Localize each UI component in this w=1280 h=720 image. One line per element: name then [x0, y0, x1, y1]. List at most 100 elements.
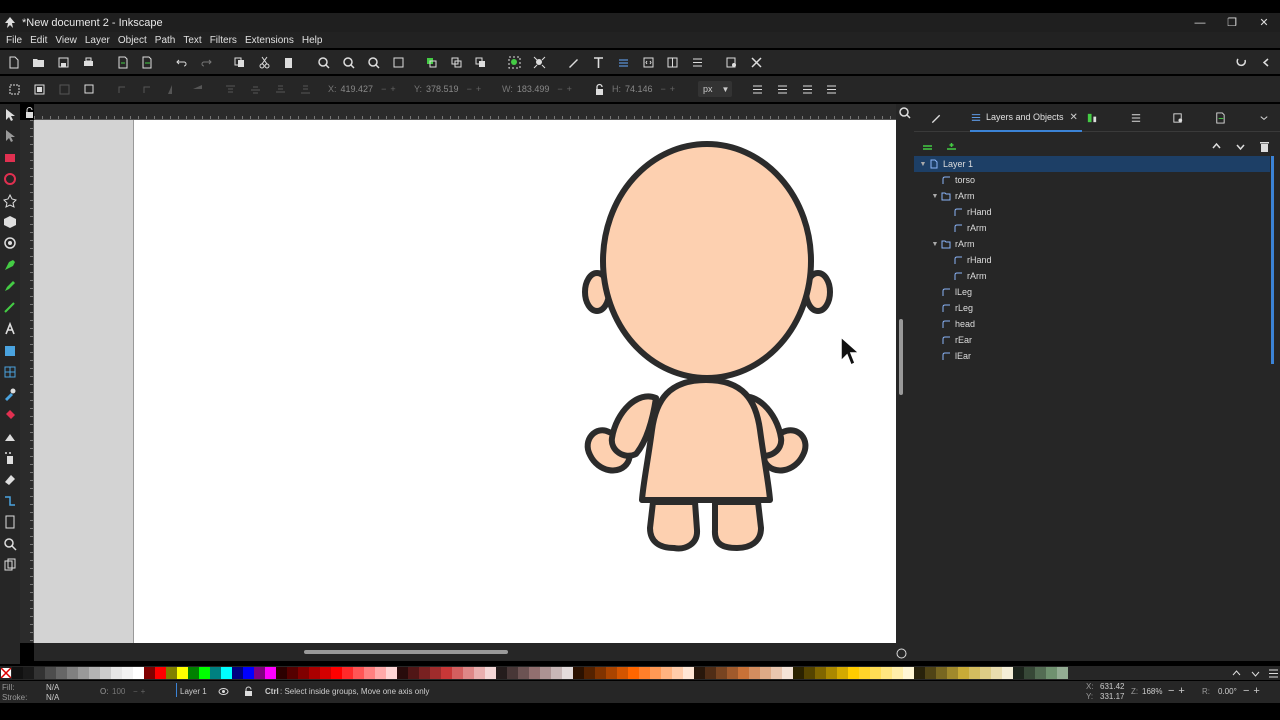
page[interactable] [133, 120, 896, 643]
menu-layer[interactable]: Layer [81, 35, 114, 46]
color-swatch[interactable] [463, 667, 474, 679]
color-swatch[interactable] [496, 667, 507, 679]
color-swatch[interactable] [111, 667, 122, 679]
color-swatch[interactable] [45, 667, 56, 679]
add-sublayer-icon[interactable] [944, 139, 958, 153]
fill-value[interactable]: N/A [46, 683, 59, 692]
color-swatch[interactable] [826, 667, 837, 679]
height-field[interactable]: H: 74.146 −+ [612, 82, 679, 96]
bezier-pen-tool-icon[interactable] [3, 258, 17, 272]
select-all-layers-icon[interactable] [32, 82, 46, 96]
flip-vertical-icon[interactable] [190, 82, 204, 96]
menu-path[interactable]: Path [151, 35, 180, 46]
objects-list-icon[interactable] [690, 55, 704, 69]
rectangle-tool-icon[interactable] [3, 151, 17, 165]
vertical-scroll-thumb[interactable] [899, 319, 903, 395]
save-icon[interactable] [56, 55, 70, 69]
color-swatch[interactable] [1002, 667, 1013, 679]
color-swatch[interactable] [1035, 667, 1046, 679]
text-font-icon[interactable] [591, 55, 605, 69]
opacity-stepper-icon[interactable]: −+ [133, 687, 148, 696]
color-swatch[interactable] [177, 667, 188, 679]
align-distribute-icon[interactable] [665, 55, 679, 69]
color-swatch[interactable] [298, 667, 309, 679]
eraser-tool-icon[interactable] [3, 472, 17, 486]
color-swatch[interactable] [694, 667, 705, 679]
color-swatch[interactable] [507, 667, 518, 679]
pencil-tool-icon[interactable] [3, 279, 17, 293]
lower-icon[interactable] [273, 82, 287, 96]
snap-toggle-icon[interactable] [1234, 55, 1248, 69]
color-swatch[interactable] [155, 667, 166, 679]
unit-select[interactable]: px ▼ [698, 81, 732, 97]
rotation-value[interactable]: 0.00° [1218, 687, 1237, 696]
close-window-button[interactable]: ✕ [1248, 13, 1280, 32]
tab-menu[interactable] [1258, 104, 1270, 132]
mesh-tool-icon[interactable] [3, 365, 17, 379]
y-stepper-icon[interactable]: −+ [467, 84, 486, 94]
color-swatch[interactable] [760, 667, 771, 679]
y-value[interactable]: 378.519 [426, 84, 459, 94]
expand-arrow-icon[interactable]: ▼ [930, 193, 940, 200]
color-swatch[interactable] [628, 667, 639, 679]
fill-stroke-icon[interactable] [566, 55, 580, 69]
color-swatch[interactable] [232, 667, 243, 679]
color-swatch[interactable] [980, 667, 991, 679]
color-swatch[interactable] [782, 667, 793, 679]
color-swatch[interactable] [991, 667, 1002, 679]
color-swatch[interactable] [243, 667, 254, 679]
document-properties-icon[interactable] [724, 55, 738, 69]
preferences-icon[interactable] [749, 55, 763, 69]
raise-to-top-icon[interactable] [223, 82, 237, 96]
close-tab-icon[interactable]: ✕ [1070, 112, 1078, 123]
color-swatch[interactable] [881, 667, 892, 679]
open-folder-icon[interactable] [31, 55, 45, 69]
star-tool-icon[interactable] [3, 193, 17, 208]
rotate-cw-icon[interactable] [140, 82, 154, 96]
snap-menu-chevron-icon[interactable] [1259, 55, 1273, 69]
x-coordinate-field[interactable]: X: 419.427 −+ [328, 82, 400, 96]
zoom-correction-icon[interactable] [897, 105, 911, 119]
color-swatch[interactable] [56, 667, 67, 679]
color-swatch[interactable] [518, 667, 529, 679]
color-swatch[interactable] [562, 667, 573, 679]
lower-to-bottom-icon[interactable] [298, 82, 312, 96]
vertical-scrollbar[interactable] [896, 104, 914, 661]
color-swatch[interactable] [892, 667, 903, 679]
tab-layers-and-objects[interactable]: Layers and Objects ✕ [970, 104, 1082, 132]
horizontal-scroll-thumb[interactable] [304, 650, 508, 654]
zoom-page-icon[interactable] [366, 55, 380, 69]
color-swatch[interactable] [408, 667, 419, 679]
deselect-icon[interactable] [57, 82, 71, 96]
tree-row-rear[interactable]: rEar [914, 332, 1270, 348]
color-swatch[interactable] [540, 667, 551, 679]
delete-icon[interactable] [1257, 139, 1271, 153]
rotate-ccw-icon[interactable] [115, 82, 129, 96]
color-swatch[interactable] [793, 667, 804, 679]
width-field[interactable]: W: 183.499 −+ [502, 82, 576, 96]
color-swatch[interactable] [848, 667, 859, 679]
color-swatch[interactable] [1013, 667, 1024, 679]
selector-tool-icon[interactable] [3, 108, 17, 122]
tree-row-rarm-path-1[interactable]: rArm [914, 220, 1270, 236]
3d-box-tool-icon[interactable] [3, 215, 17, 229]
calligraphy-tool-icon[interactable] [3, 300, 17, 314]
rotation-stepper-icon[interactable]: −+ [1243, 685, 1264, 697]
connector-tool-icon[interactable] [3, 494, 17, 508]
paste-icon[interactable] [281, 55, 295, 69]
menu-edit[interactable]: Edit [26, 35, 51, 46]
undo-icon[interactable] [174, 55, 188, 69]
raise-icon[interactable] [248, 82, 262, 96]
zoom-value[interactable]: 168% [1142, 687, 1162, 696]
color-swatch[interactable] [936, 667, 947, 679]
tweak-tool-icon[interactable] [3, 430, 17, 444]
maximize-button[interactable]: ❐ [1216, 13, 1248, 32]
zoom-page-width-icon[interactable] [391, 55, 405, 69]
text-tool-icon[interactable] [3, 321, 17, 336]
tree-scrollbar[interactable] [1271, 156, 1274, 364]
zoom-tool-icon[interactable] [3, 537, 17, 551]
menu-object[interactable]: Object [114, 35, 151, 46]
x-value[interactable]: 419.427 [341, 84, 374, 94]
color-swatch[interactable] [309, 667, 320, 679]
expand-arrow-icon[interactable]: ▼ [918, 161, 928, 168]
